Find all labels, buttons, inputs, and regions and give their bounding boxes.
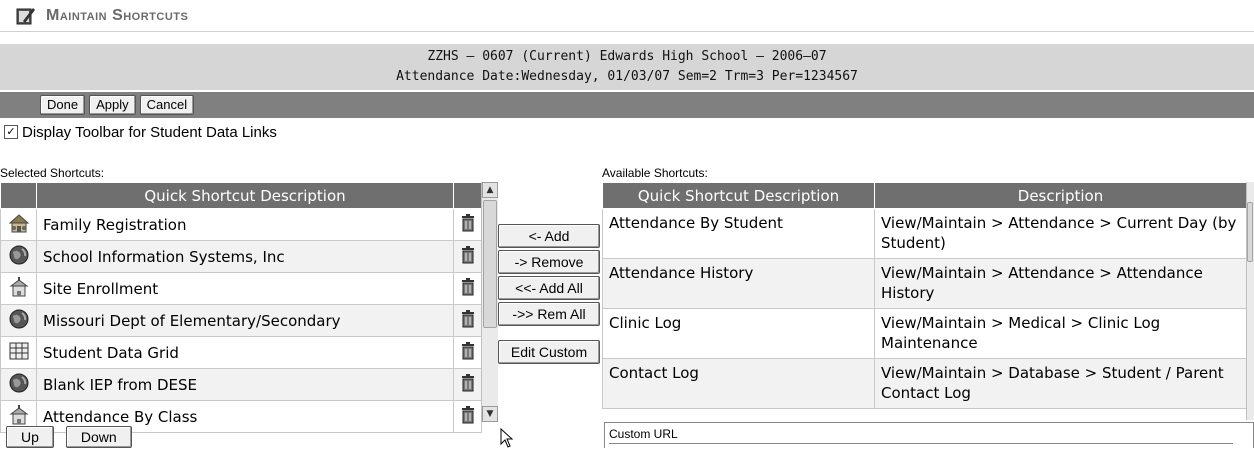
school-info-line: ZZHS – 0607 (Current) Edwards High Schoo… bbox=[427, 49, 827, 64]
available-shortcut-row[interactable]: Contact Log View/Maintain > Database > St… bbox=[602, 358, 1247, 409]
selected-shortcut-row[interactable]: School Information Systems, Inc bbox=[0, 240, 482, 273]
add-all-button[interactable]: <<- Add All bbox=[498, 276, 600, 300]
selected-shortcut-row[interactable]: Site Enrollment bbox=[0, 272, 482, 305]
school-info-bar: ZZHS – 0607 (Current) Edwards High Schoo… bbox=[0, 44, 1254, 90]
trash-icon[interactable] bbox=[453, 336, 482, 369]
cancel-button[interactable]: Cancel bbox=[139, 95, 195, 115]
available-shortcut-description: View/Maintain > Attendance > Attendance … bbox=[874, 258, 1247, 309]
selected-shortcuts-table: Quick Shortcut Description Family Regist… bbox=[0, 182, 482, 433]
available-shortcut-row[interactable]: Attendance By Student View/Maintain > Att… bbox=[602, 208, 1247, 259]
available-shortcut-name: Contact Log bbox=[602, 358, 875, 409]
custom-url-field[interactable]: Custom URL bbox=[604, 422, 1254, 448]
trash-icon[interactable] bbox=[453, 272, 482, 305]
selected-shortcut-name: School Information Systems, Inc bbox=[36, 240, 454, 273]
selected-shortcut-name: Missouri Dept of Elementary/Secondary bbox=[36, 304, 454, 337]
title-bar: Maintain Shortcuts bbox=[0, 0, 1254, 32]
available-shortcut-name: Attendance History bbox=[602, 258, 875, 309]
available-shortcut-row[interactable]: Clinic Log View/Maintain > Medical > Clin… bbox=[602, 308, 1247, 359]
display-toolbar-label: Display Toolbar for Student Data Links bbox=[22, 123, 277, 141]
trash-icon[interactable] bbox=[453, 208, 482, 241]
available-shortcut-name: Clinic Log bbox=[602, 308, 875, 359]
selected-shortcut-name: Site Enrollment bbox=[36, 272, 454, 305]
grid-icon bbox=[0, 336, 37, 369]
selected-shortcut-name: Blank IEP from DESE bbox=[36, 368, 454, 401]
custom-url-label: Custom URL bbox=[609, 427, 678, 441]
pencil-book-icon bbox=[14, 5, 36, 27]
trash-icon[interactable] bbox=[453, 368, 482, 401]
action-toolbar: Done Apply Cancel bbox=[0, 92, 1254, 118]
globe-icon bbox=[0, 240, 37, 273]
display-toolbar-option[interactable]: ✓ Display Toolbar for Student Data Links bbox=[4, 122, 277, 142]
attendance-info-line: Attendance Date:Wednesday, 01/03/07 Sem=… bbox=[396, 69, 858, 84]
display-toolbar-checkbox[interactable]: ✓ bbox=[4, 125, 18, 139]
order-buttons: Up Down bbox=[0, 426, 138, 448]
col-header-available-quick-shortcut: Quick Shortcut Description bbox=[602, 182, 875, 209]
scroll-thumb[interactable] bbox=[483, 200, 497, 328]
available-scrollbar[interactable] bbox=[1246, 182, 1254, 420]
school-icon bbox=[0, 272, 37, 305]
remove-all-button[interactable]: ->> Rem All bbox=[498, 302, 600, 326]
globe-icon bbox=[0, 368, 37, 401]
move-down-button[interactable]: Down bbox=[65, 426, 132, 448]
selected-shortcut-row[interactable]: Student Data Grid bbox=[0, 336, 482, 369]
col-header-icon bbox=[0, 182, 37, 209]
available-shortcuts-label: Available Shortcuts: bbox=[602, 166, 708, 180]
trash-icon[interactable] bbox=[453, 240, 482, 273]
transfer-buttons: <- Add -> Remove <<- Add All ->> Rem All… bbox=[498, 224, 600, 366]
page-title: Maintain Shortcuts bbox=[46, 6, 189, 24]
col-header-description: Description bbox=[874, 182, 1247, 209]
selected-shortcut-row[interactable]: Family Registration bbox=[0, 208, 482, 241]
add-button[interactable]: <- Add bbox=[498, 224, 600, 248]
available-scroll-thumb[interactable] bbox=[1247, 202, 1253, 262]
scroll-down-arrow-icon[interactable]: ▼ bbox=[482, 406, 498, 422]
col-header-delete bbox=[453, 182, 482, 209]
available-shortcut-description: View/Maintain > Attendance > Current Day… bbox=[874, 208, 1247, 259]
trash-icon[interactable] bbox=[453, 304, 482, 337]
available-shortcut-name: Attendance By Student bbox=[602, 208, 875, 259]
globe-icon bbox=[0, 304, 37, 337]
available-shortcut-description: View/Maintain > Database > Student / Par… bbox=[874, 358, 1247, 409]
selected-scrollbar[interactable]: ▲ ▼ bbox=[481, 182, 498, 422]
selected-shortcut-name: Student Data Grid bbox=[36, 336, 454, 369]
house-icon bbox=[0, 208, 37, 241]
selected-shortcut-row[interactable]: Missouri Dept of Elementary/Secondary bbox=[0, 304, 482, 337]
done-button[interactable]: Done bbox=[40, 95, 86, 115]
move-up-button[interactable]: Up bbox=[6, 426, 54, 448]
available-shortcuts-table: Quick Shortcut Description Description A… bbox=[602, 182, 1247, 409]
remove-button[interactable]: -> Remove bbox=[498, 250, 600, 274]
selected-shortcut-row[interactable]: Blank IEP from DESE bbox=[0, 368, 482, 401]
trash-icon[interactable] bbox=[453, 400, 482, 433]
apply-button[interactable]: Apply bbox=[89, 95, 136, 115]
mouse-cursor-icon bbox=[500, 427, 514, 452]
scroll-up-arrow-icon[interactable]: ▲ bbox=[482, 182, 498, 198]
edit-custom-button[interactable]: Edit Custom bbox=[498, 340, 600, 364]
selected-shortcut-name: Family Registration bbox=[36, 208, 454, 241]
selected-shortcuts-label: Selected Shortcuts: bbox=[0, 166, 105, 180]
col-header-quick-shortcut: Quick Shortcut Description bbox=[36, 182, 454, 209]
available-shortcut-row[interactable]: Attendance History View/Maintain > Attend… bbox=[602, 258, 1247, 309]
available-shortcut-description: View/Maintain > Medical > Clinic Log Mai… bbox=[874, 308, 1247, 359]
